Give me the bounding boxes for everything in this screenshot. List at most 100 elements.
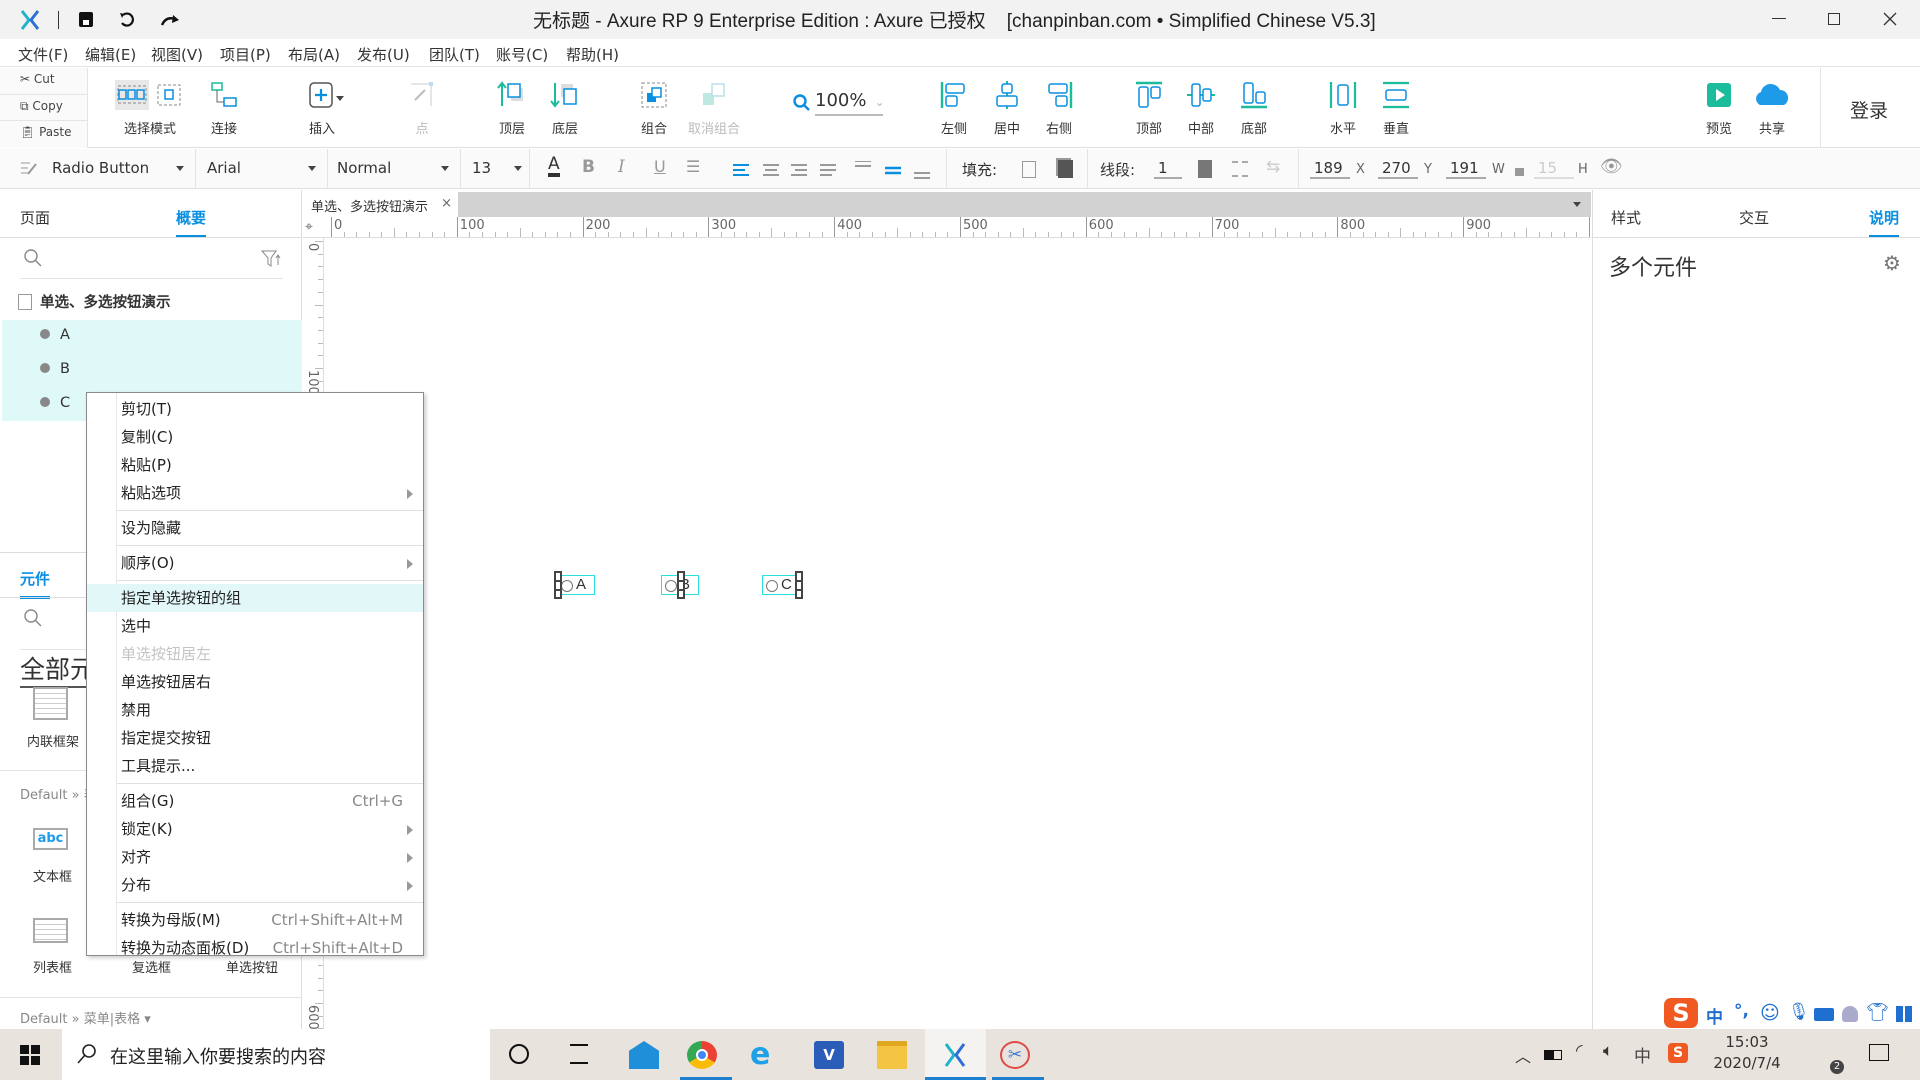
menu-help[interactable]: 帮助(H)	[566, 44, 619, 65]
align-left-button[interactable]: 左侧	[924, 80, 984, 137]
gear-icon[interactable]: ⚙	[1883, 251, 1901, 275]
select-mode-button[interactable]: 选择模式	[105, 80, 195, 137]
toolbox-grid-icon[interactable]	[1896, 1006, 1912, 1022]
height-input[interactable]: 15	[1534, 159, 1574, 179]
align-top-button[interactable]: 顶部	[1119, 80, 1179, 137]
tab-interactions[interactable]: 交互	[1739, 207, 1769, 228]
outline-page[interactable]: 单选、多选按钮演示	[40, 291, 171, 312]
arrow-style-icon[interactable]: ⇆	[1266, 157, 1280, 177]
lock-aspect-icon[interactable]	[1515, 168, 1524, 176]
context-menu-item[interactable]: 转换为母版(M) Ctrl+Shift+Alt+M	[87, 906, 423, 934]
underline-icon[interactable]: U	[654, 157, 666, 176]
sogou-tray-icon[interactable]: S	[1668, 1043, 1688, 1063]
context-menu-item[interactable]: 禁用	[87, 696, 423, 724]
context-menu-item[interactable]: 指定提交按钮	[87, 724, 423, 752]
show-hidden-icons[interactable]: ︿	[1515, 1043, 1531, 1067]
menu-team[interactable]: 团队(T)	[429, 44, 480, 65]
context-menu-item[interactable]: 顺序(O)	[87, 549, 423, 577]
chrome-app-icon[interactable]	[687, 1041, 717, 1069]
skin-shirt-icon[interactable]: 👕︎	[1866, 1002, 1889, 1023]
radio-b[interactable]: B	[661, 571, 699, 599]
fill-color-picker[interactable]	[1022, 161, 1036, 178]
windows-start-icon[interactable]	[20, 1045, 40, 1065]
preview-button[interactable]: 预览	[1689, 80, 1749, 137]
volume-icon[interactable]: 🔈︎	[1603, 1041, 1613, 1061]
ie-app-icon[interactable]: e	[750, 1040, 780, 1070]
context-menu-item[interactable]: 选中	[87, 612, 423, 640]
context-menu-item[interactable]: 转换为动态面板(D) Ctrl+Shift+Alt+D	[87, 934, 423, 962]
tab-pages[interactable]: 页面	[20, 207, 50, 228]
context-menu-item[interactable]: 工具提示...	[87, 752, 423, 780]
minimize-button[interactable]	[1772, 18, 1786, 19]
task-view-icon[interactable]	[570, 1044, 588, 1064]
ungroup-button[interactable]: 取消组合	[684, 80, 744, 137]
mail-app-icon[interactable]	[629, 1041, 659, 1069]
copy-button[interactable]: ⧉ Copy	[20, 99, 63, 114]
close-button[interactable]	[1883, 12, 1897, 26]
distribute-horizontal-button[interactable]: 水平	[1313, 80, 1373, 137]
bold-icon[interactable]: B	[582, 157, 595, 177]
list-box-icon[interactable]	[33, 918, 68, 943]
resize-handle[interactable]	[677, 571, 685, 599]
clock[interactable]: 15:03 2020/7/4	[1705, 1033, 1789, 1072]
tabs-dropdown-icon[interactable]	[1573, 202, 1581, 207]
menu-file[interactable]: 文件(F)	[18, 44, 68, 65]
italic-icon[interactable]: I	[618, 157, 625, 177]
crosshair-icon[interactable]: ⌖	[305, 219, 313, 235]
context-menu-item[interactable]: 单选按钮居右	[87, 668, 423, 696]
restore-button[interactable]	[1828, 13, 1840, 25]
align-center-button[interactable]: 居中	[977, 80, 1037, 137]
tab-style[interactable]: 样式	[1611, 207, 1641, 228]
menu-account[interactable]: 账号(C)	[496, 44, 548, 65]
radio-c[interactable]: C	[762, 571, 803, 599]
menu-project[interactable]: 项目(P)	[220, 44, 271, 65]
login-button[interactable]: 登录	[1850, 96, 1888, 123]
widget-search-icon[interactable]	[23, 608, 43, 628]
visio-app-icon[interactable]: V	[814, 1041, 844, 1069]
tab-widgets[interactable]: 元件	[20, 568, 51, 599]
font-weight-select[interactable]: Normal	[329, 149, 461, 188]
cut-button[interactable]: ✂ Cut	[20, 72, 55, 94]
battery-icon[interactable]	[1544, 1050, 1562, 1060]
insert-button[interactable]: 插入	[292, 80, 352, 137]
text-align-icons[interactable]	[733, 161, 943, 179]
line-width-input[interactable]: 1	[1154, 159, 1182, 179]
undo-icon[interactable]	[118, 11, 136, 29]
context-menu-item[interactable]: 指定单选按钮的组	[87, 584, 423, 612]
font-color-icon[interactable]: A	[548, 155, 560, 177]
text-field-icon[interactable]: abc	[33, 828, 68, 850]
context-menu-item[interactable]: 锁定(K)	[87, 815, 423, 843]
snipping-tool-icon[interactable]: ✂	[1000, 1041, 1030, 1069]
context-menu-item[interactable]: 粘贴(P)	[87, 451, 423, 479]
tab-outline[interactable]: 概要	[176, 207, 207, 238]
document-tab[interactable]: 单选、多选按钮演示 ×	[303, 192, 458, 217]
library-selector[interactable]: Default » 菜单|表格 ▾	[20, 1008, 151, 1027]
filter-icon[interactable]	[261, 250, 281, 268]
close-tab-icon[interactable]: ×	[441, 196, 452, 211]
context-menu-item[interactable]: 分布	[87, 871, 423, 899]
taskbar-search-box[interactable]: 在这里输入你要搜索的内容	[62, 1029, 490, 1080]
menu-arrange[interactable]: 布局(A)	[288, 44, 340, 65]
resize-handle[interactable]	[795, 571, 803, 599]
font-size-select[interactable]: 13	[462, 149, 530, 188]
redo-icon[interactable]	[160, 13, 180, 27]
share-button[interactable]: 共享	[1742, 80, 1802, 137]
insert-dropdown-caret[interactable]	[336, 96, 344, 101]
align-right-button[interactable]: 右侧	[1029, 80, 1089, 137]
axure-taskbar-item[interactable]	[925, 1029, 986, 1080]
bring-to-front-button[interactable]: 顶层	[482, 80, 542, 137]
punctuation-toggle[interactable]: °,	[1734, 1001, 1749, 1021]
radio-a[interactable]: A	[554, 571, 595, 599]
line-pattern-icon[interactable]	[1232, 161, 1248, 177]
outline-item-a[interactable]: A	[40, 327, 70, 343]
search-icon[interactable]	[23, 248, 43, 268]
menu-view[interactable]: 视图(V)	[151, 44, 203, 65]
group-button[interactable]: 组合	[624, 80, 684, 137]
microphone-icon[interactable]: 🎙︎	[1788, 1002, 1810, 1022]
visibility-eye-icon[interactable]: 👁︎	[1600, 156, 1623, 177]
context-menu-item[interactable]: 设为隐藏	[87, 514, 423, 542]
context-menu-item[interactable]: 复制(C)	[87, 423, 423, 451]
keyboard-icon[interactable]	[1814, 1008, 1834, 1021]
input-language[interactable]: 中	[1634, 1042, 1651, 1067]
menu-edit[interactable]: 编辑(E)	[85, 44, 136, 65]
